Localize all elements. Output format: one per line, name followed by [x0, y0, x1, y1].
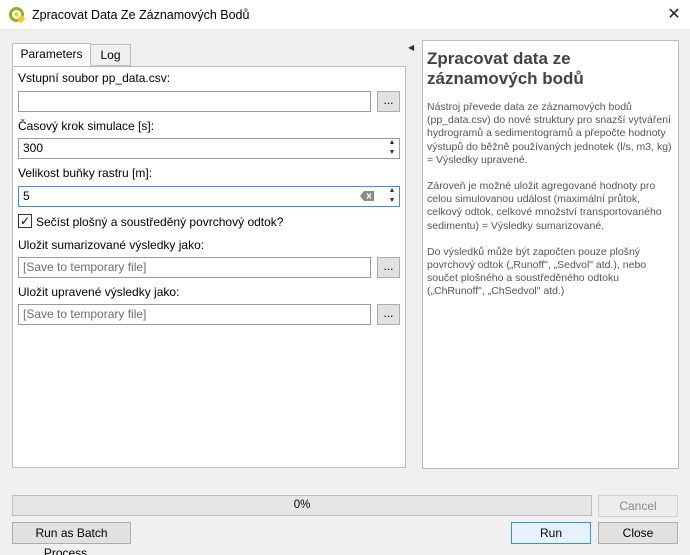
- progress-bar: 0%: [12, 495, 592, 516]
- spin-up-icon[interactable]: ▲: [385, 138, 399, 148]
- time-step-label: Časový krok simulace [s]:: [18, 119, 155, 133]
- cancel-button[interactable]: Cancel: [598, 495, 678, 517]
- cell-size-spin-buttons[interactable]: ▲ ▼: [385, 186, 399, 207]
- time-step-spin-buttons[interactable]: ▲ ▼: [385, 138, 399, 159]
- close-button[interactable]: Close: [598, 522, 678, 544]
- browse-input-button[interactable]: ...: [377, 91, 400, 112]
- summary-output-menu-button[interactable]: ...: [377, 257, 400, 278]
- help-paragraph: Do výsledků může být započten pouze ploš…: [427, 245, 647, 298]
- collapse-arrow-icon[interactable]: ◀: [408, 43, 414, 52]
- summary-output-label: Uložit sumarizované výsledky jako:: [18, 238, 205, 252]
- spin-down-icon[interactable]: ▼: [385, 148, 399, 158]
- adjusted-output-label: Uložit upravené výsledky jako:: [18, 285, 180, 299]
- window-title: Zpracovat Data Ze Záznamových Bodů: [32, 8, 250, 22]
- input-file-field[interactable]: [18, 91, 371, 112]
- adjusted-output-field[interactable]: [Save to temporary file]: [18, 304, 371, 325]
- tab-parameters[interactable]: Parameters: [12, 43, 91, 66]
- help-paragraph: Zároveň je možné uložit agregované hodno…: [427, 180, 662, 232]
- close-icon[interactable]: ✕: [664, 5, 684, 25]
- adjusted-output-menu-button[interactable]: ...: [377, 304, 400, 325]
- run-button[interactable]: Run: [511, 522, 591, 544]
- help-title: Zpracovat data ze záznamových bodů: [427, 49, 584, 88]
- run-batch-button[interactable]: Run as Batch Process…: [12, 522, 131, 555]
- summary-output-field[interactable]: [Save to temporary file]: [18, 257, 371, 278]
- sum-runoff-label: Sečíst plošný a soustředěný povrchový od…: [36, 215, 284, 229]
- qgis-logo-icon: [9, 7, 25, 23]
- clear-backspace-icon[interactable]: [360, 190, 375, 202]
- title-bar: Zpracovat Data Ze Záznamových Bodů ✕: [0, 0, 690, 30]
- spin-up-icon[interactable]: ▲: [385, 186, 399, 196]
- help-panel: Zpracovat data ze záznamových bodů Nástr…: [422, 40, 679, 469]
- input-file-label: Vstupní soubor pp_data.csv:: [18, 71, 171, 85]
- sum-runoff-checkbox[interactable]: ✓: [18, 214, 32, 228]
- tab-log[interactable]: Log: [90, 44, 131, 66]
- help-paragraph: Nástroj převede data ze záznamových bodů…: [427, 101, 672, 166]
- cell-size-label: Velikost buňky rastru [m]:: [18, 166, 153, 180]
- time-step-spinbox[interactable]: 300: [18, 138, 400, 159]
- cell-size-spinbox[interactable]: 5: [18, 186, 400, 207]
- spin-down-icon[interactable]: ▼: [385, 196, 399, 206]
